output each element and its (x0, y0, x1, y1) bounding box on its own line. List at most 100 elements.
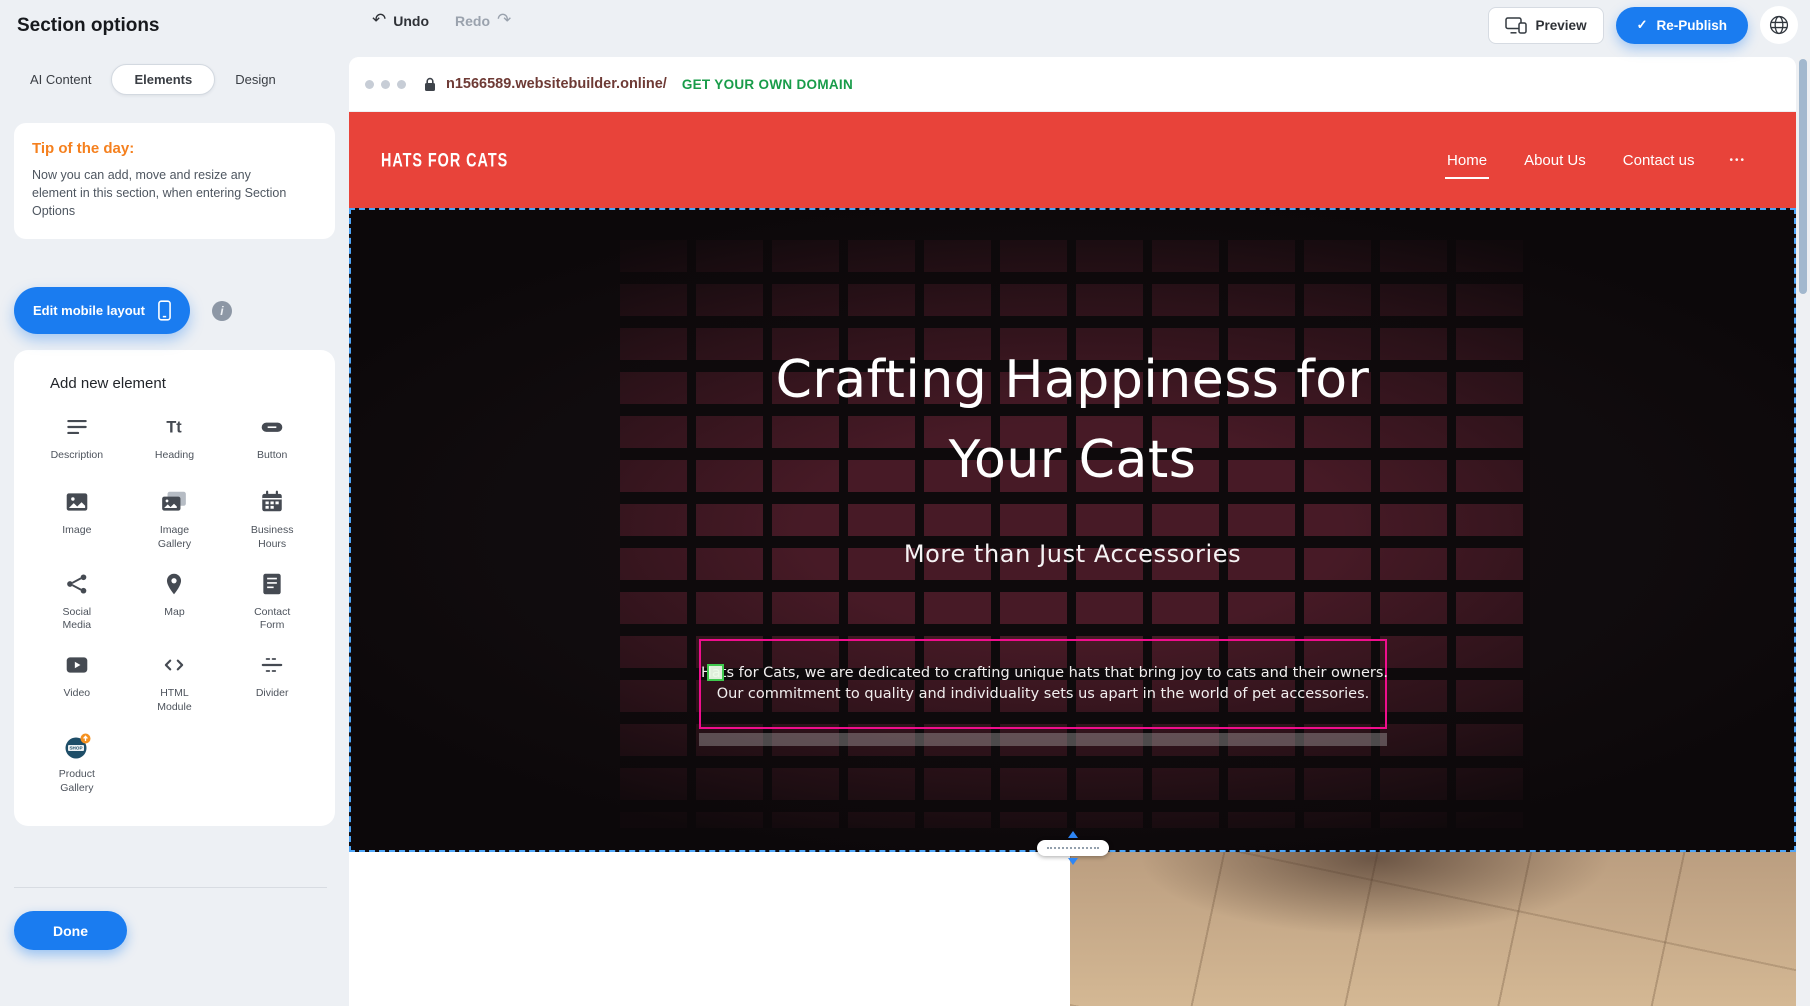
undo-icon: ↶ (372, 12, 386, 29)
redo-button[interactable]: Redo ↷ (455, 12, 511, 29)
element-divider[interactable]: Divider (223, 650, 321, 714)
hero-section-selected[interactable]: Crafting Happiness for Your Cats More th… (349, 208, 1796, 852)
element-label: HTML Module (145, 687, 203, 714)
element-button[interactable]: Button (223, 412, 321, 470)
social-media-icon (64, 569, 90, 599)
video-icon (64, 650, 90, 680)
heading-icon: Tt (161, 412, 187, 442)
preview-label: Preview (1536, 18, 1587, 33)
tip-title: Tip of the day: (32, 140, 317, 157)
element-social-media[interactable]: Social Media (28, 569, 126, 633)
element-image[interactable]: Image (28, 487, 126, 551)
window-dot (381, 80, 390, 89)
html-module-icon (161, 650, 187, 680)
element-description[interactable]: Description (28, 412, 126, 470)
devices-icon (1505, 17, 1527, 34)
element-label: Divider (256, 687, 289, 701)
nav-more-icon[interactable]: ••• (1729, 155, 1746, 166)
hero-heading[interactable]: Crafting Happiness for Your Cats (753, 340, 1393, 500)
map-icon (161, 569, 187, 599)
add-element-title: Add new element (50, 375, 321, 392)
svg-text:Tt: Tt (167, 419, 183, 437)
get-domain-link[interactable]: GET YOUR OWN DOMAIN (682, 77, 853, 92)
image-icon (64, 487, 90, 517)
redo-label: Redo (455, 13, 490, 29)
element-image-gallery[interactable]: Image Gallery (126, 487, 224, 551)
next-section[interactable] (349, 852, 1796, 1006)
info-icon[interactable]: i (212, 301, 232, 321)
phone-icon (158, 300, 171, 321)
nav-item-about[interactable]: About Us (1522, 146, 1588, 175)
undo-redo-group: ↶ Undo Redo ↷ (372, 12, 511, 29)
element-heading[interactable]: Tt Heading (126, 412, 224, 470)
lock-icon (424, 77, 436, 92)
element-label: Video (63, 687, 90, 701)
business-hours-icon (259, 487, 285, 517)
sidebar-divider (14, 887, 327, 888)
contact-form-icon (259, 569, 285, 599)
element-label: Map (164, 606, 184, 620)
edit-mobile-label: Edit mobile layout (33, 303, 145, 318)
tab-ai-content[interactable]: AI Content (20, 65, 101, 94)
undo-button[interactable]: ↶ Undo (372, 12, 429, 29)
drag-handle-dashes (1047, 847, 1099, 849)
element-label: Product Gallery (48, 768, 106, 795)
element-label: Social Media (48, 606, 106, 633)
element-map[interactable]: Map (126, 569, 224, 633)
add-element-panel: Add new element Description Tt Heading B… (14, 350, 335, 825)
sidebar: AI Content Elements Design Tip of the da… (0, 50, 349, 1006)
tab-elements[interactable]: Elements (111, 64, 215, 95)
section-resize-handle[interactable] (1037, 831, 1109, 865)
browser-chrome: n1566589.websitebuilder.online/ GET YOUR… (349, 57, 1796, 112)
republish-button[interactable]: ✓ Re-Publish (1616, 7, 1748, 44)
hero-content: Crafting Happiness for Your Cats More th… (351, 210, 1794, 850)
site-preview-window: n1566589.websitebuilder.online/ GET YOUR… (349, 57, 1796, 1006)
scrollbar-thumb[interactable] (1799, 59, 1807, 294)
page-title: Section options (17, 15, 160, 37)
nav-item-home[interactable]: Home (1445, 146, 1489, 175)
element-grid: Description Tt Heading Button Image (28, 412, 321, 795)
done-button[interactable]: Done (14, 911, 127, 950)
hero-subheading[interactable]: More than Just Accessories (351, 540, 1794, 568)
element-label: Image (62, 524, 91, 538)
button-icon (259, 412, 285, 442)
shop-badge-text: SHOP (69, 746, 82, 751)
globe-icon (1768, 14, 1790, 36)
element-label: Description (51, 449, 104, 463)
redo-icon: ↷ (497, 12, 511, 29)
element-label: Image Gallery (145, 524, 203, 551)
language-globe-button[interactable] (1760, 6, 1798, 44)
element-html-module[interactable]: HTML Module (126, 650, 224, 714)
element-product-gallery[interactable]: SHOP Product Gallery (28, 731, 126, 795)
topbar-actions: Preview ✓ Re-Publish (1488, 6, 1798, 44)
product-gallery-icon: SHOP (62, 731, 92, 761)
preview-button[interactable]: Preview (1488, 7, 1604, 44)
element-label: Business Hours (243, 524, 301, 551)
element-video[interactable]: Video (28, 650, 126, 714)
site-logo[interactable]: HATS FOR CATS (381, 149, 508, 171)
site-nav: Home About Us Contact us ••• (1445, 146, 1764, 175)
check-icon: ✓ (1637, 17, 1648, 33)
arrow-down-icon (1068, 858, 1078, 865)
sidebar-tabs: AI Content Elements Design (14, 64, 335, 95)
window-dots (365, 80, 406, 89)
element-label: Button (257, 449, 287, 463)
republish-label: Re-Publish (1656, 18, 1727, 33)
element-label: Contact Form (243, 606, 301, 633)
window-dot (365, 80, 374, 89)
edit-mobile-layout-button[interactable]: Edit mobile layout (14, 287, 190, 334)
tab-design[interactable]: Design (225, 65, 285, 94)
drag-handle-pill[interactable] (1037, 840, 1109, 856)
site-header[interactable]: HATS FOR CATS Home About Us Contact us •… (349, 112, 1796, 208)
description-icon (64, 412, 90, 442)
topbar: Section options ↶ Undo Redo ↷ Preview ✓ … (0, 0, 1810, 50)
element-contact-form[interactable]: Contact Form (223, 569, 321, 633)
window-dot (397, 80, 406, 89)
image-gallery-icon (160, 487, 188, 517)
divider-icon (259, 650, 285, 680)
element-business-hours[interactable]: Business Hours (223, 487, 321, 551)
site-url: n1566589.websitebuilder.online/ (446, 76, 667, 92)
undo-label: Undo (393, 13, 429, 29)
mobile-layout-row: Edit mobile layout i (14, 287, 335, 334)
nav-item-contact[interactable]: Contact us (1621, 146, 1697, 175)
